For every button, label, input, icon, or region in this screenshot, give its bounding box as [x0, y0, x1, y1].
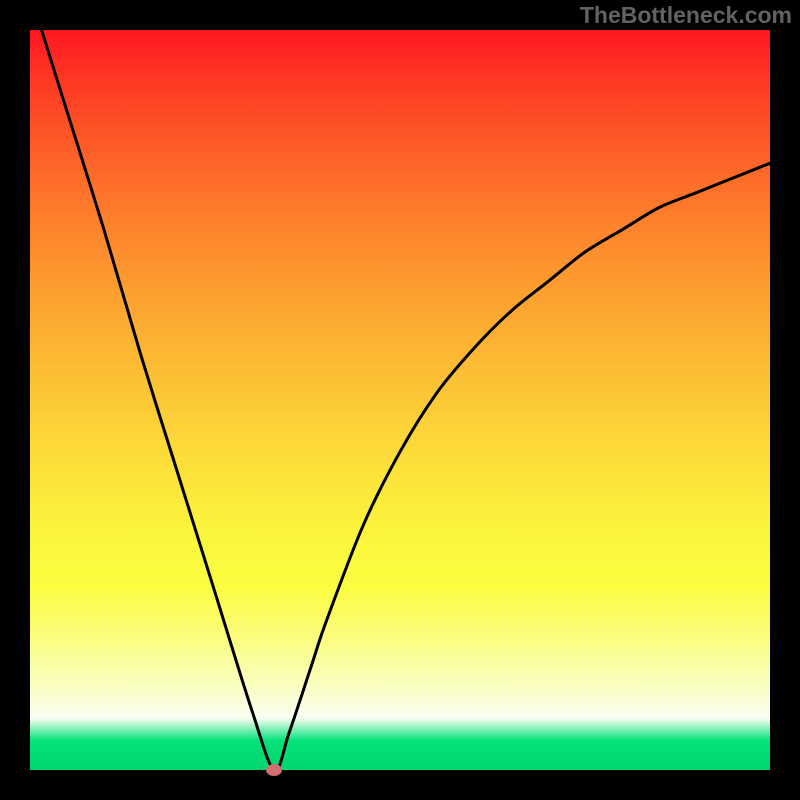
minimum-marker [266, 764, 282, 776]
plot-area [30, 30, 770, 770]
watermark-text: TheBottleneck.com [580, 2, 792, 29]
bottleneck-curve [30, 30, 770, 770]
chart-frame: TheBottleneck.com [0, 0, 800, 800]
